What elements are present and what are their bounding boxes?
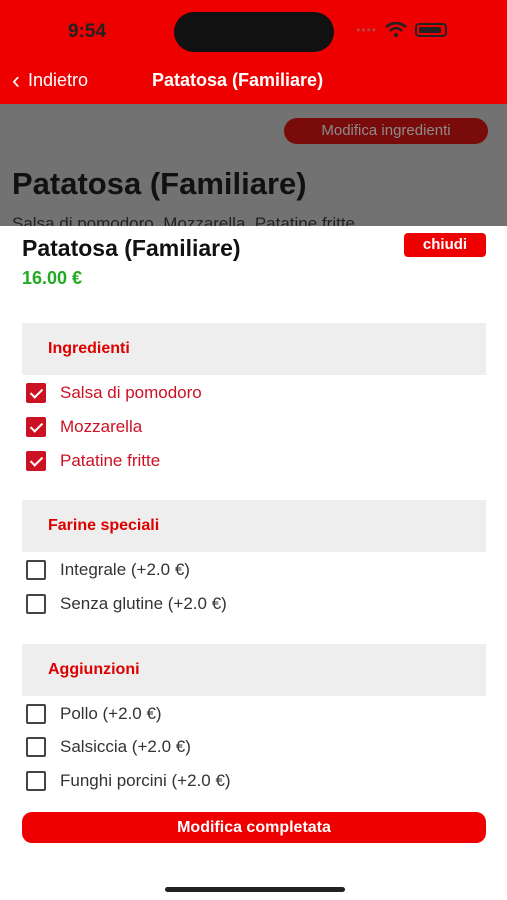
dynamic-island	[174, 12, 334, 52]
back-label: Indietro	[28, 70, 89, 90]
nav-title: Patatosa (Familiare)	[152, 70, 324, 90]
back-button[interactable]: ‹ Indietro	[12, 66, 89, 94]
status-icons: ••••	[356, 22, 447, 38]
checkbox-unchecked-icon[interactable]	[26, 771, 46, 791]
dish-price: 16.00 €	[22, 268, 83, 288]
checkbox-unchecked-icon[interactable]	[26, 594, 46, 614]
option-funghi-porcini[interactable]: Funghi porcini (+2.0 €)	[26, 769, 231, 793]
status-time: 9:54	[68, 21, 107, 42]
cellular-signal-icon: ••••	[356, 23, 377, 37]
checkbox-unchecked-icon[interactable]	[26, 704, 46, 724]
option-salsa-di-pomodoro[interactable]: Salsa di pomodoro	[26, 381, 202, 405]
checkbox-unchecked-icon[interactable]	[26, 737, 46, 757]
option-label: Salsa di pomodoro	[60, 383, 202, 402]
dish-title: Patatosa (Familiare)	[22, 235, 241, 261]
option-label: Senza glutine (+2.0 €)	[60, 594, 227, 613]
option-salsiccia[interactable]: Salsiccia (+2.0 €)	[26, 735, 191, 759]
checkbox-checked-icon[interactable]	[26, 417, 46, 437]
battery-icon	[415, 23, 447, 37]
option-label: Integrale (+2.0 €)	[60, 560, 190, 579]
customize-sheet: Patatosa (Familiare) chiudi 16.00 € Ingr…	[0, 226, 507, 900]
section-header-ingredienti: Ingredienti	[22, 323, 486, 375]
section-title: Farine speciali	[48, 517, 160, 534]
checkbox-checked-icon[interactable]	[26, 383, 46, 403]
option-patatine-fritte[interactable]: Patatine fritte	[26, 449, 160, 473]
checkbox-unchecked-icon[interactable]	[26, 560, 46, 580]
background-page: Modifica ingredienti Patatosa (Familiare…	[0, 104, 507, 228]
edit-complete-button[interactable]: Modifica completata	[22, 812, 486, 843]
option-label: Funghi porcini (+2.0 €)	[60, 771, 231, 790]
option-label: Salsiccia (+2.0 €)	[60, 737, 191, 756]
option-pollo[interactable]: Pollo (+2.0 €)	[26, 702, 162, 726]
background-title: Patatosa (Familiare)	[12, 166, 307, 201]
option-senza-glutine[interactable]: Senza glutine (+2.0 €)	[26, 592, 227, 616]
section-header-farine-speciali: Farine speciali	[22, 500, 486, 552]
option-label: Mozzarella	[60, 417, 143, 436]
section-title: Aggiunzioni	[48, 661, 140, 678]
section-header-aggiunzioni: Aggiunzioni	[22, 644, 486, 696]
chevron-left-icon: ‹	[12, 66, 20, 94]
edit-ingredients-button: Modifica ingredienti	[284, 118, 488, 144]
section-title: Ingredienti	[48, 340, 130, 357]
option-mozzarella[interactable]: Mozzarella	[26, 415, 142, 439]
home-indicator[interactable]	[165, 887, 345, 892]
close-button[interactable]: chiudi	[404, 233, 486, 257]
option-label: Pollo (+2.0 €)	[60, 704, 162, 723]
wifi-icon	[385, 22, 407, 38]
checkbox-checked-icon[interactable]	[26, 451, 46, 471]
option-integrale[interactable]: Integrale (+2.0 €)	[26, 558, 190, 582]
option-label: Patatine fritte	[60, 451, 161, 470]
top-bar: 9:54 •••• ‹ Indietro Patatosa (Familiare…	[0, 0, 507, 104]
